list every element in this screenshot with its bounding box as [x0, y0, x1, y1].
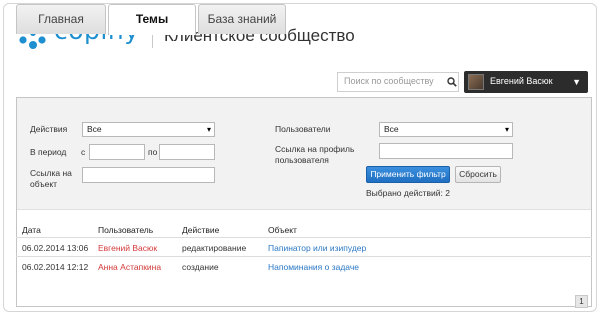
- chevron-down-icon: ▼: [572, 77, 581, 87]
- search-input[interactable]: Поиск по сообществу: [337, 72, 459, 92]
- user-name: Евгений Васюк: [490, 76, 553, 86]
- row-divider-line: [16, 256, 592, 257]
- pagination-page-button[interactable]: 1: [575, 295, 588, 308]
- table-cell-object-link[interactable]: Напоминания о задаче: [268, 262, 359, 272]
- table-cell-action: редактирование: [182, 243, 247, 253]
- tab-topics[interactable]: Темы: [108, 4, 196, 35]
- users-label: Пользователи: [275, 124, 331, 134]
- table-cell-user-link[interactable]: Анна Астапкина: [98, 262, 161, 272]
- users-select-value: Все: [384, 124, 399, 134]
- table-cell-date: 06.02.2014 12:12: [22, 262, 89, 272]
- column-header-date: Дата: [22, 225, 41, 235]
- actions-select[interactable]: Все ▾: [82, 122, 215, 137]
- period-label: В период: [30, 147, 67, 157]
- table-cell-date: 06.02.2014 13:06: [22, 243, 89, 253]
- user-menu[interactable]: Евгений Васюк ▼: [464, 71, 588, 93]
- table-cell-object-link[interactable]: Папинатор или изипудер: [268, 243, 366, 253]
- object-link-label: Ссылка на объект: [30, 168, 72, 189]
- selected-actions-count: Выбрано действий: 2: [366, 188, 450, 198]
- tab-knowledge-base[interactable]: База знаний: [198, 4, 286, 34]
- actions-label: Действия: [30, 124, 68, 134]
- column-header-action: Действие: [182, 225, 220, 235]
- profile-link-input[interactable]: [379, 143, 513, 159]
- actions-select-value: Все: [87, 124, 102, 134]
- table-cell-action: создание: [182, 262, 219, 272]
- period-from-input[interactable]: [89, 144, 145, 160]
- apply-filter-button[interactable]: Применить фильтр: [366, 166, 450, 183]
- reset-button[interactable]: Сбросить: [455, 166, 501, 183]
- object-link-input[interactable]: [82, 167, 215, 183]
- period-from-label: с: [81, 147, 86, 157]
- column-header-user: Пользователь: [98, 225, 154, 235]
- column-header-object: Объект: [268, 225, 297, 235]
- search-button[interactable]: [443, 72, 461, 92]
- app-window: copiny Клиентское сообщество Главная Тем…: [3, 3, 597, 312]
- chevron-down-icon: ▾: [504, 125, 509, 134]
- period-to-label: по: [148, 147, 158, 157]
- users-select[interactable]: Все ▾: [379, 122, 513, 137]
- avatar: [468, 74, 484, 90]
- search-icon: [447, 77, 457, 87]
- profile-link-label: Ссылка на профиль пользователя: [275, 144, 355, 165]
- chevron-down-icon: ▾: [206, 125, 211, 134]
- header-divider-line: [16, 237, 592, 238]
- tab-main[interactable]: Главная: [16, 4, 106, 34]
- table-cell-user-link[interactable]: Евгений Васюк: [98, 243, 157, 253]
- period-to-input[interactable]: [159, 144, 215, 160]
